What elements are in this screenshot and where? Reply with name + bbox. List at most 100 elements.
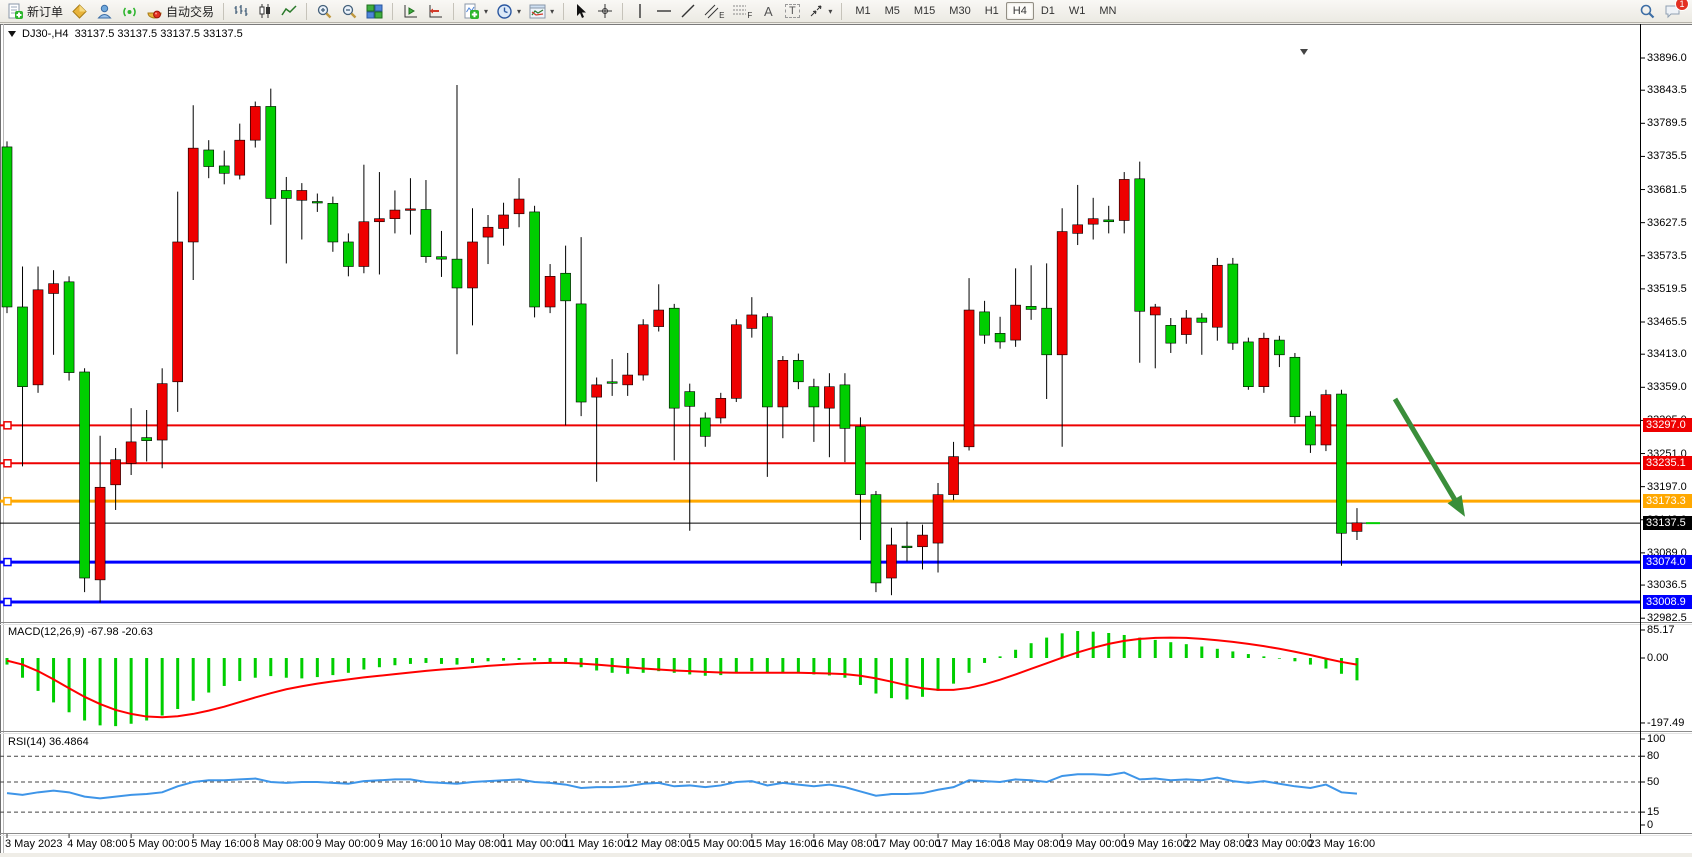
trend-arrow-annotation[interactable] <box>1395 399 1459 507</box>
line-drag-marker[interactable] <box>4 422 11 429</box>
price-tick-label: 33681.5 <box>1647 184 1687 196</box>
date-tick-label: 4 May 08:00 <box>67 838 128 850</box>
signals-button[interactable] <box>118 1 141 21</box>
clock-icon <box>496 3 513 20</box>
candle <box>49 284 59 294</box>
candle <box>1104 220 1114 222</box>
text-label-letter: T <box>785 4 800 18</box>
price-tick-label: 33843.5 <box>1647 84 1687 96</box>
timeframe-m5[interactable]: M5 <box>878 2 907 20</box>
fibonacci-button[interactable]: F <box>729 1 755 21</box>
profile-button[interactable] <box>93 1 116 21</box>
rsi-tick-label: 0 <box>1647 819 1653 831</box>
candle <box>266 106 276 198</box>
date-tick-label: 12 May 08:00 <box>626 838 693 850</box>
chart-shift-button[interactable] <box>399 1 422 21</box>
timeframe-m15[interactable]: M15 <box>907 2 942 20</box>
timeframe-h4[interactable]: H4 <box>1006 2 1034 20</box>
autotrading-icon <box>146 3 163 20</box>
macd-label: MACD(12,26,9) -67.98 -20.63 <box>8 626 153 638</box>
fibonacci-icon <box>732 3 747 19</box>
zoom-out-button[interactable] <box>338 1 361 21</box>
tile-windows-button[interactable] <box>363 1 386 21</box>
symbol-collapse-icon[interactable] <box>8 31 16 37</box>
rsi-label: RSI(14) 36.4864 <box>8 736 89 748</box>
crosshair-button[interactable] <box>594 1 616 21</box>
autotrading-button[interactable]: 自动交易 <box>143 1 217 21</box>
date-tick-label: 5 May 16:00 <box>191 838 252 850</box>
text-label-button[interactable]: T <box>781 1 803 21</box>
line-chart-button[interactable] <box>278 1 300 21</box>
date-tick-label: 16 May 08:00 <box>812 838 879 850</box>
candle <box>685 392 695 407</box>
candle <box>1197 318 1207 322</box>
search-icon[interactable] <box>1639 3 1656 20</box>
candle <box>1057 232 1067 355</box>
new-order-button[interactable]: 新订单 <box>4 1 66 21</box>
candle <box>33 290 43 385</box>
templates-button[interactable]: ▾ <box>526 1 557 21</box>
auto-scroll-button[interactable] <box>424 1 447 21</box>
candle <box>530 212 540 307</box>
candle <box>623 375 633 385</box>
candle <box>514 199 524 214</box>
line-drag-marker[interactable] <box>4 460 11 467</box>
candlestick-chart-button[interactable] <box>254 1 276 21</box>
cursor-button[interactable] <box>570 1 592 21</box>
indicators-button[interactable]: ▾ <box>460 1 491 21</box>
candle <box>2 147 12 307</box>
equidistant-channel-button[interactable]: E <box>701 1 727 21</box>
vertical-line-button[interactable] <box>629 1 651 21</box>
periods-button[interactable]: ▾ <box>493 1 524 21</box>
timeframe-mn[interactable]: MN <box>1092 2 1123 20</box>
chart-title-bar: DJ30-,H4 33137.5 33137.5 33137.5 33137.5 <box>8 28 243 40</box>
new-order-icon <box>7 3 24 20</box>
rsi-tick-label: 80 <box>1647 750 1659 762</box>
candle <box>809 387 819 407</box>
line-drag-marker[interactable] <box>4 559 11 566</box>
candle <box>886 545 896 578</box>
timeframe-m30[interactable]: M30 <box>942 2 977 20</box>
timeframe-m1[interactable]: M1 <box>848 2 877 20</box>
candle <box>436 257 446 259</box>
candle <box>980 312 990 335</box>
line-drag-marker[interactable] <box>4 598 11 605</box>
date-tick-label: 11 May 00:00 <box>502 838 568 850</box>
chart-shift-marker[interactable] <box>1300 25 1312 79</box>
dropdown-arrow-icon: ▾ <box>484 7 488 16</box>
price-line-badge: 33008.9 <box>1643 595 1692 609</box>
candle <box>1119 179 1129 220</box>
candle <box>918 535 928 547</box>
candle <box>1088 219 1098 225</box>
timeframe-d1[interactable]: D1 <box>1034 2 1062 20</box>
trendline-button[interactable] <box>677 1 699 21</box>
bar-chart-button[interactable] <box>230 1 252 21</box>
candle <box>933 495 943 543</box>
horizontal-line-button[interactable] <box>653 1 675 21</box>
cursor-arrow-icon <box>573 3 589 19</box>
candle <box>576 304 586 402</box>
line-drag-marker[interactable] <box>4 498 11 505</box>
date-tick-label: 19 May 16:00 <box>1122 838 1189 850</box>
candle <box>219 166 229 173</box>
date-tick-label: 19 May 00:00 <box>1060 838 1127 850</box>
trend-arrow-head[interactable] <box>1448 495 1465 517</box>
candle <box>669 308 679 408</box>
candle <box>95 487 105 580</box>
zoom-in-button[interactable] <box>313 1 336 21</box>
crosshair-icon <box>597 3 613 19</box>
price-tick-label: 33519.5 <box>1647 283 1687 295</box>
macd-tick-label: 85.17 <box>1647 624 1675 636</box>
arrows-tool-button[interactable]: ▾ <box>805 1 835 21</box>
notifications-button[interactable]: 1 <box>1664 3 1682 20</box>
candle <box>1166 325 1176 343</box>
timeframe-w1[interactable]: W1 <box>1062 2 1093 20</box>
candle <box>499 215 509 228</box>
timeframe-h1[interactable]: H1 <box>978 2 1006 20</box>
chart-window[interactable]: DJ30-,H4 33137.5 33137.5 33137.5 33137.5… <box>0 24 1692 857</box>
candle <box>1228 264 1238 343</box>
text-button[interactable]: A <box>757 1 779 21</box>
date-tick-label: 17 May 00:00 <box>874 838 941 850</box>
rsi-tick-label: 100 <box>1647 733 1665 745</box>
mql-wizard-button[interactable] <box>68 1 91 21</box>
